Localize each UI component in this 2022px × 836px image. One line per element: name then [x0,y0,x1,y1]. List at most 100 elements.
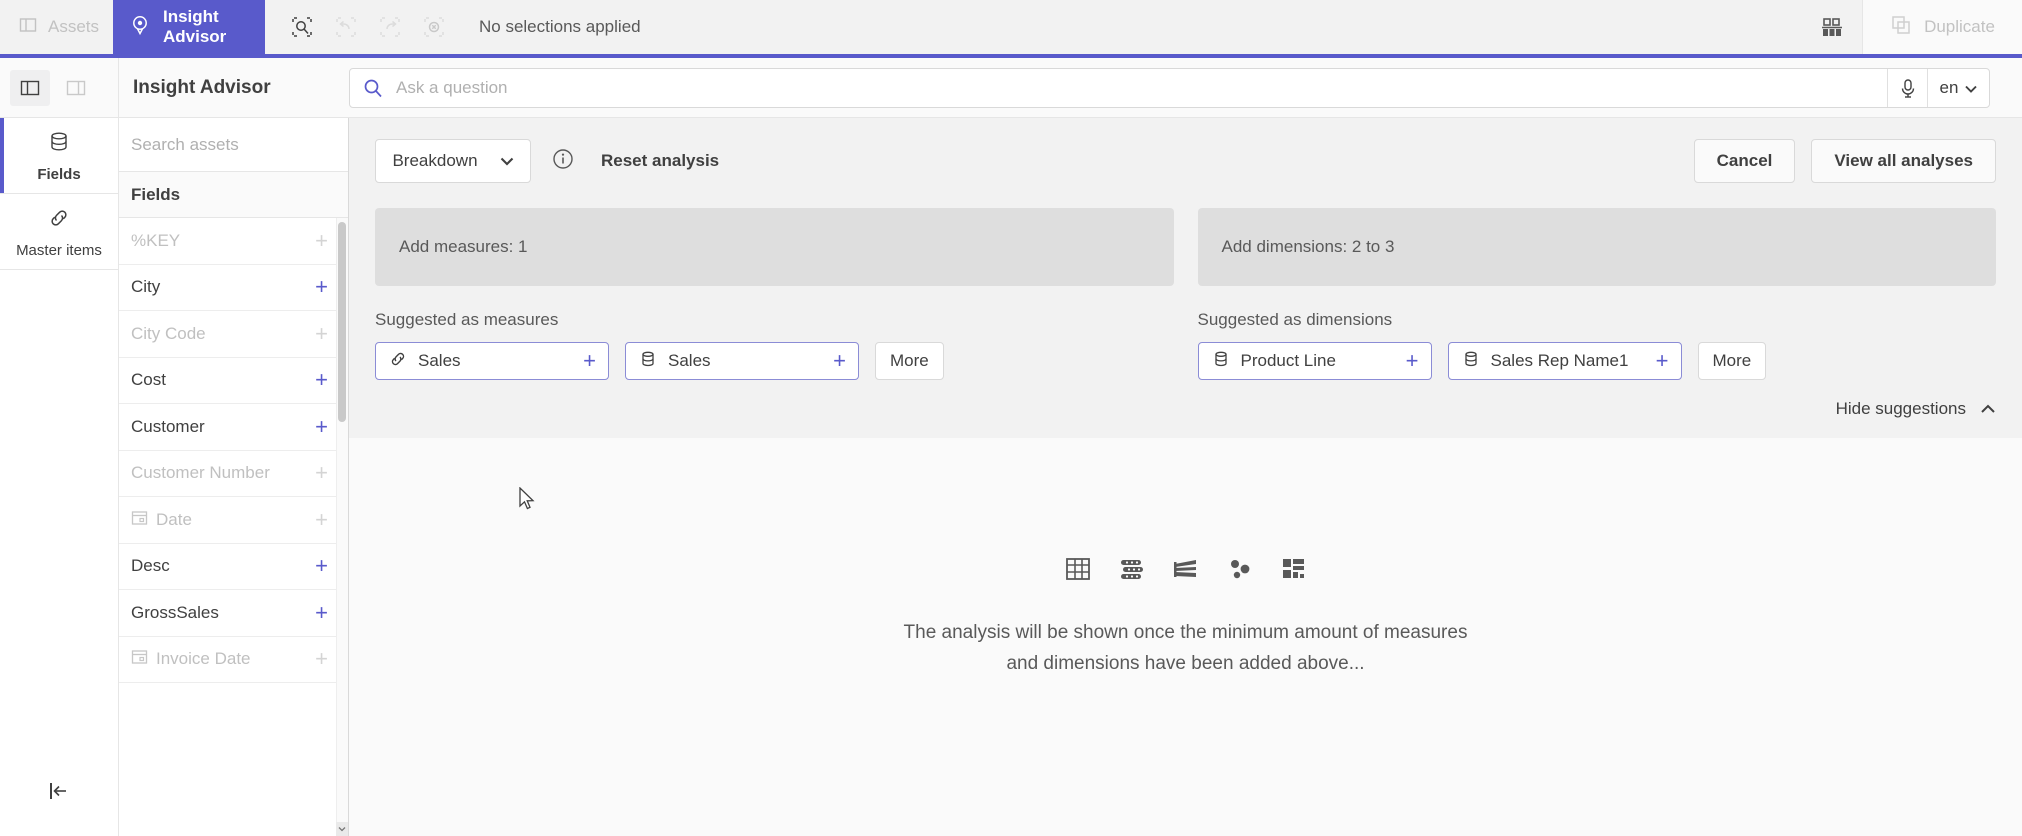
chart-icon[interactable] [1802,0,1862,54]
insight-advisor-tab-label: Insight Advisor [163,7,227,46]
hide-suggestions-button[interactable]: Hide suggestions [375,380,1996,438]
list-item[interactable]: Invoice Date + [119,637,348,683]
breakdown-dropdown[interactable]: Breakdown [375,139,531,183]
undo-icon[interactable] [331,12,361,42]
add-field-icon[interactable]: + [315,415,328,438]
add-field-icon[interactable]: + [315,508,328,531]
dropzone-row: Add measures: 1 Add dimensions: 2 to 3 [375,208,1996,286]
link-icon [46,205,72,235]
add-measure-icon[interactable]: + [583,350,596,372]
rail-item-fields-label: Fields [37,165,81,183]
dimension-chip-product-line[interactable]: Product Line + [1197,342,1432,380]
measures-dropzone[interactable]: Add measures: 1 [375,208,1174,286]
scroll-down-icon[interactable] [336,822,348,836]
smart-search-icon[interactable] [287,12,317,42]
suggestion-area: Breakdown Reset analysis Cancel View all… [349,118,2022,438]
redo-icon[interactable] [375,12,405,42]
asset-type-rail: Fields Master items [0,118,119,836]
add-dimension-icon[interactable]: + [1406,350,1419,372]
search-input[interactable] [396,77,1887,98]
add-field-icon[interactable]: + [315,276,328,298]
duplicate-icon [1890,14,1912,41]
database-icon [46,129,72,159]
duplicate-label: Duplicate [1924,17,1995,36]
body-area: Fields Master items Search assets Fields… [0,118,2022,836]
more-measures-button[interactable]: More [875,342,944,380]
field-label: GrossSales [131,602,219,622]
calendar-icon [131,648,148,670]
add-field-icon[interactable]: + [315,229,328,252]
add-field-icon[interactable]: + [315,462,328,484]
measure-chip-sales-field[interactable]: Sales + [625,342,859,380]
visualization-icons [1064,555,1308,588]
insight-advisor-tab[interactable]: Insight Advisor [113,0,265,54]
list-item[interactable]: Desc + [119,544,348,590]
list-item[interactable]: %KEY + [119,218,348,265]
field-label: Cost [131,370,166,390]
empty-state-line1: The analysis will be shown once the mini… [903,622,1468,644]
add-dimension-icon[interactable]: + [1656,350,1669,372]
clear-selections-icon[interactable] [419,12,449,42]
database-icon [1461,349,1481,374]
field-label: Date [156,509,192,529]
info-icon[interactable] [551,147,575,176]
scrollbar-thumb[interactable] [338,222,346,422]
lightbulb-pin-icon [129,14,151,41]
assets-tab[interactable]: Assets [0,0,113,54]
list-item[interactable]: Customer Number + [119,451,348,497]
search-container: en [349,67,2022,108]
search-assets-input[interactable]: Search assets [119,118,348,172]
database-icon [1211,349,1231,374]
suggested-dimensions-label: Suggested as dimensions [1197,310,1393,329]
list-item[interactable]: Date + [119,497,348,544]
assets-tab-label: Assets [48,17,100,36]
left-panel-toggle[interactable] [10,69,50,106]
more-dimensions-button[interactable]: More [1697,342,1767,380]
suggestions-row: Suggested as measures Sales + Sales + Mo… [375,310,1996,380]
rail-item-master-items-label: Master items [16,241,102,259]
rail-item-fields[interactable]: Fields [0,118,118,194]
duplicate-button[interactable]: Duplicate [1862,0,2022,54]
add-measure-icon[interactable]: + [833,350,846,372]
assets-panel: Search assets Fields %KEY + City + City … [119,118,349,836]
field-label: Customer [131,416,205,436]
top-toolbar: Assets Insight Advisor No selections app… [0,0,2022,58]
add-field-icon[interactable]: + [315,369,328,391]
add-field-icon[interactable]: + [315,601,328,624]
ask-question-box[interactable]: en [349,67,1990,108]
view-all-analyses-button[interactable]: View all analyses [1811,139,1996,183]
measure-chips: Sales + Sales + More [375,342,1174,380]
right-panel-toggle[interactable] [56,70,96,106]
fields-scrollbar[interactable] [336,218,348,836]
add-field-icon[interactable]: + [315,648,328,670]
dimension-chip-sales-rep-name1[interactable]: Sales Rep Name1 + [1447,342,1682,380]
breakdown-label: Breakdown [392,151,478,170]
list-item[interactable]: GrossSales + [119,590,348,637]
analysis-main: Breakdown Reset analysis Cancel View all… [349,118,2022,836]
analysis-toolbar: Breakdown Reset analysis Cancel View all… [375,138,1996,184]
measure-chip-sales-master[interactable]: Sales + [375,342,609,380]
list-item[interactable]: Cost + [119,358,348,404]
treemap-icon [1280,555,1308,588]
reset-analysis-button[interactable]: Reset analysis [601,151,719,171]
empty-state: The analysis will be shown once the mini… [349,438,2022,836]
list-item[interactable]: Customer + [119,404,348,451]
chip-label: Sales [668,351,711,370]
add-field-icon[interactable]: + [315,555,328,577]
list-item[interactable]: City + [119,265,348,311]
collapse-rail-button[interactable] [0,746,118,836]
field-label: Invoice Date [156,649,251,669]
topbar-right-group: Duplicate [1802,0,2022,54]
language-selector[interactable]: en [1927,68,1989,107]
chip-label: Sales [418,351,461,370]
rail-item-master-items[interactable]: Master items [0,194,118,270]
add-field-icon[interactable]: + [315,322,328,345]
field-label: Desc [131,556,170,576]
list-item[interactable]: City Code + [119,311,348,358]
field-label: City Code [131,323,206,343]
microphone-icon[interactable] [1887,68,1927,107]
database-icon [638,349,658,374]
empty-state-text: The analysis will be shown once the mini… [904,618,1468,679]
dimensions-dropzone[interactable]: Add dimensions: 2 to 3 [1197,208,1996,286]
cancel-button[interactable]: Cancel [1693,139,1796,183]
